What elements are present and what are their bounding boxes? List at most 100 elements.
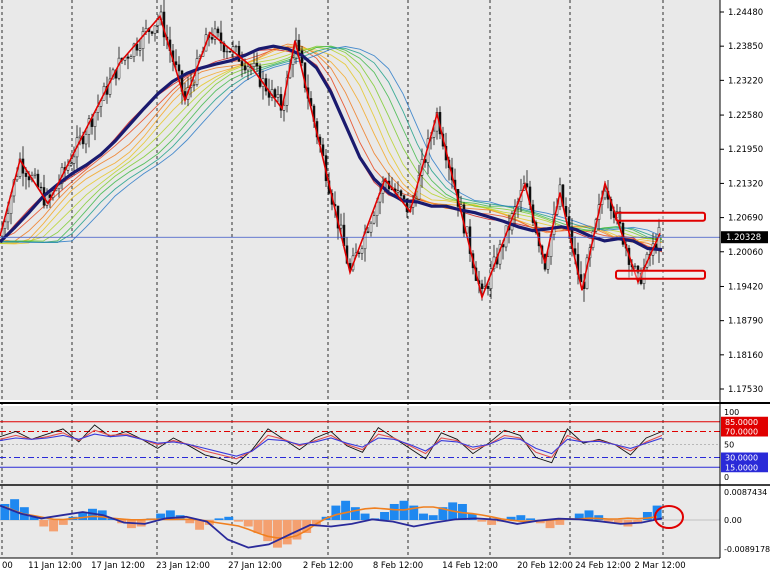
candle-body <box>192 84 196 86</box>
macd-histogram-bar <box>428 515 438 520</box>
y-tick-label: 1.20690 <box>728 214 763 224</box>
y-tick-label: 1.18790 <box>728 317 763 327</box>
candle-body <box>276 94 280 98</box>
candle-body <box>255 62 259 67</box>
candle-body <box>567 216 571 228</box>
macd-histogram-bar <box>243 520 253 527</box>
candle-body <box>210 37 214 40</box>
y-tick-label: 1.23850 <box>728 42 763 52</box>
candle-body <box>486 286 490 289</box>
candle-body <box>3 221 7 229</box>
macd-histogram-bar <box>516 515 526 520</box>
x-tick-label: 17 Jan 12:00 <box>91 561 145 571</box>
candle-body <box>240 61 244 66</box>
candle-body <box>246 66 250 71</box>
x-tick-label: 14 Feb 12:00 <box>442 561 498 571</box>
candle-body <box>357 252 361 254</box>
candle-body <box>633 265 637 268</box>
candle-body <box>396 190 400 193</box>
macd-histogram-bar <box>331 505 341 520</box>
x-tick-label: 11 Jan 12:00 <box>28 561 82 571</box>
candle-body <box>402 195 406 200</box>
chart-root: 85.0000 70.0000 30.0000 15.0000 100 50 0 0.008… <box>0 0 770 573</box>
candle-body <box>78 135 82 139</box>
macd-histogram-bar <box>224 516 234 520</box>
current-price-label: 1.20328 <box>726 233 761 243</box>
macd-histogram-bar <box>234 520 243 522</box>
osc-level-label: 70.0000 <box>725 428 758 437</box>
macd-histogram-bar <box>214 518 224 520</box>
macd-axis-label: -0.0089178 <box>724 545 770 554</box>
y-tick-label: 1.24480 <box>728 8 763 18</box>
candle-body <box>138 48 142 51</box>
candle-body <box>372 215 376 224</box>
candle-body <box>339 224 343 229</box>
macd-histogram-bar <box>380 511 390 520</box>
candle-body <box>432 130 436 138</box>
macd-histogram-bar <box>487 520 497 525</box>
osc-axis-label: 100 <box>724 408 739 417</box>
candle-body <box>234 45 238 48</box>
y-tick-label: 1.18160 <box>728 351 763 361</box>
support-zone-box <box>615 269 706 280</box>
osc-axis-label: 0 <box>724 473 729 482</box>
y-tick-label: 1.19420 <box>728 282 763 292</box>
y-tick-label: 1.23220 <box>728 76 763 86</box>
resistance-zone-box <box>615 211 706 222</box>
candle-body <box>216 28 220 34</box>
osc-level-label: 15.0000 <box>725 463 758 472</box>
x-tick-label: 2 Feb 12:00 <box>303 561 353 571</box>
candle-body <box>228 50 232 53</box>
candle-body <box>252 62 256 67</box>
candle-body <box>399 190 403 196</box>
osc-level-label: 85.0000 <box>725 418 758 427</box>
x-tick-label: 00 <box>2 561 13 571</box>
x-tick-label: 8 Feb 12:00 <box>373 561 423 571</box>
candle-body <box>72 156 76 164</box>
candle-body <box>603 190 607 199</box>
x-tick-label: 20 Feb 12:00 <box>517 561 573 571</box>
y-tick-label: 1.21950 <box>728 145 763 155</box>
candle-body <box>129 56 133 59</box>
candle-body <box>243 65 247 71</box>
candle-body <box>273 89 277 98</box>
macd-histogram-bar <box>545 520 555 529</box>
candle-body <box>480 283 484 290</box>
y-tick-label: 1.22580 <box>728 111 763 121</box>
macd-histogram-bar <box>39 520 49 527</box>
x-tick-label: 27 Jan 12:00 <box>228 561 282 571</box>
candle-body <box>33 173 37 176</box>
macd-histogram-bar <box>272 520 282 548</box>
candle-body <box>546 256 550 270</box>
candle-body <box>93 112 97 127</box>
macd-histogram-bar <box>360 513 370 520</box>
macd-histogram-bar <box>185 520 195 524</box>
x-tick-label: 23 Jan 12:00 <box>156 561 210 571</box>
macd-histogram-bar <box>419 513 428 520</box>
x-tick-label: 2 Mar 12:00 <box>634 561 685 571</box>
macd-histogram-bar <box>555 520 565 525</box>
candle-body <box>156 19 160 27</box>
candle-body <box>36 173 40 188</box>
candle-body <box>24 173 28 177</box>
candle-body <box>258 65 262 87</box>
macd-axis-label: 0.0087434 <box>724 488 767 497</box>
macd-histogram-bar <box>282 520 292 545</box>
macd-axis-label: 0.00 <box>724 516 742 525</box>
candle-body <box>153 25 157 34</box>
candle-body <box>225 50 229 53</box>
macd-histogram-bar <box>477 520 487 522</box>
osc-axis-label: 50 <box>724 441 734 450</box>
candle-body <box>177 64 181 72</box>
y-tick-label: 1.17530 <box>728 385 763 395</box>
macd-histogram-bar <box>389 503 399 520</box>
candle-body <box>360 248 364 254</box>
oscillator-panel-bg <box>0 406 720 484</box>
candle-body <box>39 186 43 189</box>
candle-body <box>369 222 373 233</box>
macd-histogram-bar <box>58 520 68 525</box>
candle-body <box>117 57 121 79</box>
candle-body <box>69 163 73 166</box>
candle-body <box>84 134 88 145</box>
macd-histogram-bar <box>49 520 59 532</box>
